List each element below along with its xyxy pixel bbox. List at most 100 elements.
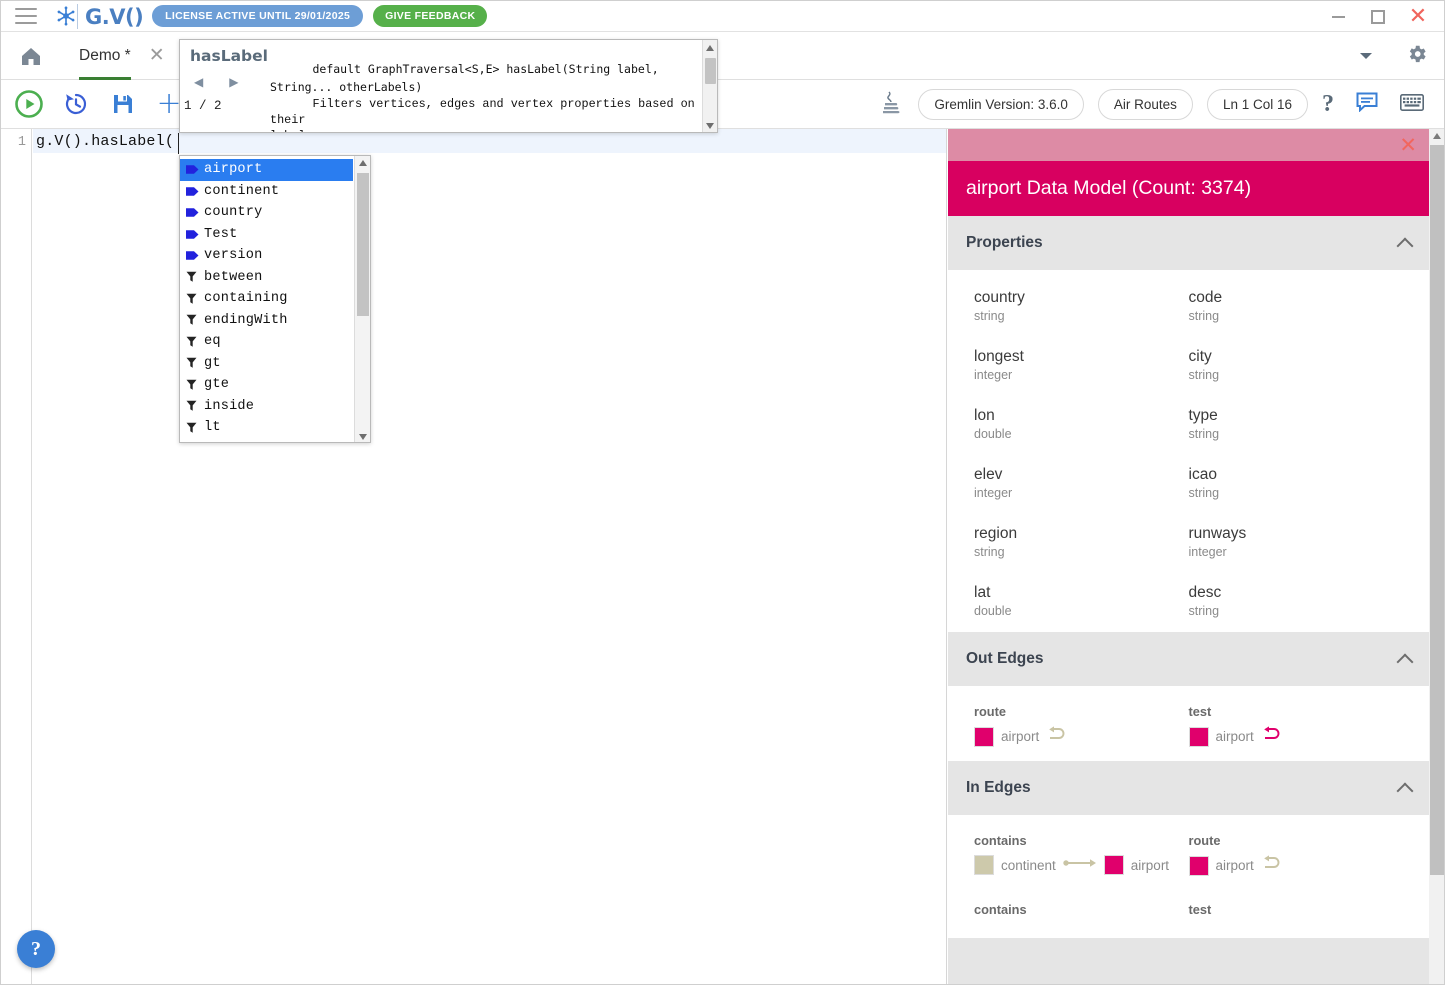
autocomplete-item[interactable]: airport [180, 159, 353, 181]
chevron-up-icon[interactable] [1396, 237, 1414, 254]
edge-item[interactable]: route airport [974, 704, 1189, 747]
scroll-up-icon[interactable] [358, 160, 367, 166]
property-type: integer [974, 486, 1013, 500]
autocomplete-item[interactable]: eq [180, 331, 353, 353]
query-editor[interactable]: 1 g.V().hasLabel( ? [1, 129, 947, 984]
app-window: G.V() LICENSE ACTIVE UNTIL 29/01/2025 GI… [0, 0, 1445, 985]
property-name: longest [974, 348, 1024, 365]
autocomplete-item-label: endingWith [204, 312, 288, 328]
autocomplete-item[interactable]: gte [180, 374, 353, 396]
tab-bar-right-controls [1360, 32, 1444, 80]
autocomplete-item[interactable]: gt [180, 353, 353, 375]
autocomplete-item[interactable]: Test [180, 224, 353, 246]
scrollbar-thumb[interactable] [1430, 145, 1444, 875]
minimize-button[interactable] [1318, 1, 1358, 32]
save-query-button[interactable] [111, 92, 135, 116]
tab-demo[interactable]: Demo * [79, 32, 131, 80]
self-loop-icon [1261, 855, 1283, 876]
vertex-color-swatch [1188, 726, 1209, 747]
scroll-up-icon[interactable] [706, 45, 714, 51]
autocomplete-item[interactable]: version [180, 245, 353, 267]
give-feedback-button[interactable]: GIVE FEEDBACK [373, 5, 488, 27]
close-window-button[interactable]: ✕ [1398, 1, 1438, 32]
self-loop-icon [1046, 726, 1068, 747]
section-header-in-edges[interactable]: In Edges [948, 761, 1429, 815]
cursor-position-chip[interactable]: Ln 1 Col 16 [1206, 89, 1308, 120]
chat-icon[interactable] [1356, 92, 1378, 117]
autocomplete-item-label: lt [204, 420, 221, 436]
section-header-out-edges[interactable]: Out Edges [948, 632, 1429, 686]
close-icon[interactable]: ✕ [1399, 134, 1417, 156]
scrollbar-thumb[interactable] [357, 173, 369, 316]
gremlin-version-chip[interactable]: Gremlin Version: 3.6.0 [918, 89, 1084, 120]
property-type: string [974, 309, 1005, 323]
edge-item[interactable]: test airport [1188, 704, 1404, 747]
vertex-label-icon [186, 186, 204, 197]
autocomplete-item-label: continent [204, 183, 280, 199]
autocomplete-item[interactable]: inside [180, 396, 353, 418]
properties-grid: country string code string longest integer cit… [948, 288, 1429, 618]
vertex-label-icon [186, 250, 204, 261]
scrollbar-thumb[interactable] [705, 58, 716, 84]
property-name: type [1188, 407, 1218, 424]
autocomplete-item[interactable]: between [180, 267, 353, 289]
hamburger-menu-icon[interactable] [15, 8, 37, 24]
chevron-down-icon[interactable] [1360, 53, 1372, 59]
edge-item[interactable]: contains [974, 902, 1189, 924]
snowflake-logo-icon [55, 5, 77, 27]
editor-gutter: 1 [1, 129, 32, 984]
out-edges-grid: route airport test airport [948, 704, 1429, 747]
property-type: string [1188, 309, 1220, 323]
autocomplete-item-label: eq [204, 334, 221, 350]
vertex-color-swatch [1188, 855, 1209, 876]
autocomplete-scrollbar[interactable] [354, 156, 370, 442]
panel-scrollbar[interactable] [1429, 129, 1444, 984]
scroll-down-icon[interactable] [706, 123, 714, 129]
section-title: In Edges [966, 779, 1031, 796]
properties-body: country string code string longest integer cit… [948, 270, 1429, 632]
tab-close-icon[interactable]: ✕ [149, 46, 165, 65]
property-item: code string [1189, 288, 1404, 323]
chevron-up-icon[interactable] [1396, 782, 1414, 799]
edge-item[interactable]: route airport [1188, 833, 1404, 876]
autocomplete-popup[interactable]: airport continent country Test version betwee… [179, 155, 371, 443]
vertex-label-icon [186, 229, 204, 240]
section-header-properties[interactable]: Properties [948, 216, 1429, 270]
run-query-button[interactable] [15, 90, 43, 118]
help-icon[interactable]: ? [1322, 91, 1334, 118]
doc-tooltip-scrollbar[interactable] [702, 40, 717, 132]
property-item: type string [1189, 406, 1404, 441]
doc-nav: ◀ ▶ [194, 76, 238, 88]
autocomplete-item[interactable]: containing [180, 288, 353, 310]
help-fab-button[interactable]: ? [17, 930, 55, 968]
edge-item[interactable]: contains continent airport [974, 833, 1189, 876]
edge-item[interactable]: test [1189, 902, 1404, 924]
home-icon[interactable] [19, 45, 43, 67]
scroll-down-icon[interactable] [358, 434, 367, 440]
connection-chip[interactable]: Air Routes [1097, 89, 1193, 120]
autocomplete-item-label: airport [204, 162, 263, 178]
property-item: runways integer [1189, 524, 1404, 559]
maximize-button[interactable] [1358, 1, 1398, 32]
self-loop-icon [1261, 726, 1283, 747]
chevron-up-icon[interactable] [1396, 653, 1414, 670]
doc-prev-icon[interactable]: ◀ [194, 76, 203, 88]
keyboard-icon[interactable] [1400, 93, 1424, 116]
edge-label: test [1188, 902, 1212, 917]
doc-tooltip-sidebar: hasLabel ◀ ▶ 1 / 2 [180, 40, 268, 132]
close-icon: ✕ [1408, 3, 1428, 29]
autocomplete-item[interactable]: continent [180, 181, 353, 203]
panel-title: airport Data Model (Count: 3374) [948, 161, 1429, 216]
new-query-button[interactable]: + [156, 89, 181, 119]
autocomplete-item[interactable]: lt [180, 417, 353, 439]
property-item: lat double [974, 583, 1189, 618]
in-edges-grid: contains continent airport route airport cont… [948, 833, 1429, 924]
doc-signature: default GraphTraversal<S,E> hasLabel(Str… [270, 62, 659, 94]
autocomplete-item[interactable]: country [180, 202, 353, 224]
query-history-button[interactable] [63, 91, 89, 117]
scroll-up-icon[interactable] [1433, 133, 1441, 139]
gear-icon[interactable] [1406, 43, 1428, 70]
autocomplete-item[interactable]: endingWith [180, 310, 353, 332]
doc-next-icon[interactable]: ▶ [229, 76, 238, 88]
autocomplete-item-label: country [204, 205, 263, 221]
